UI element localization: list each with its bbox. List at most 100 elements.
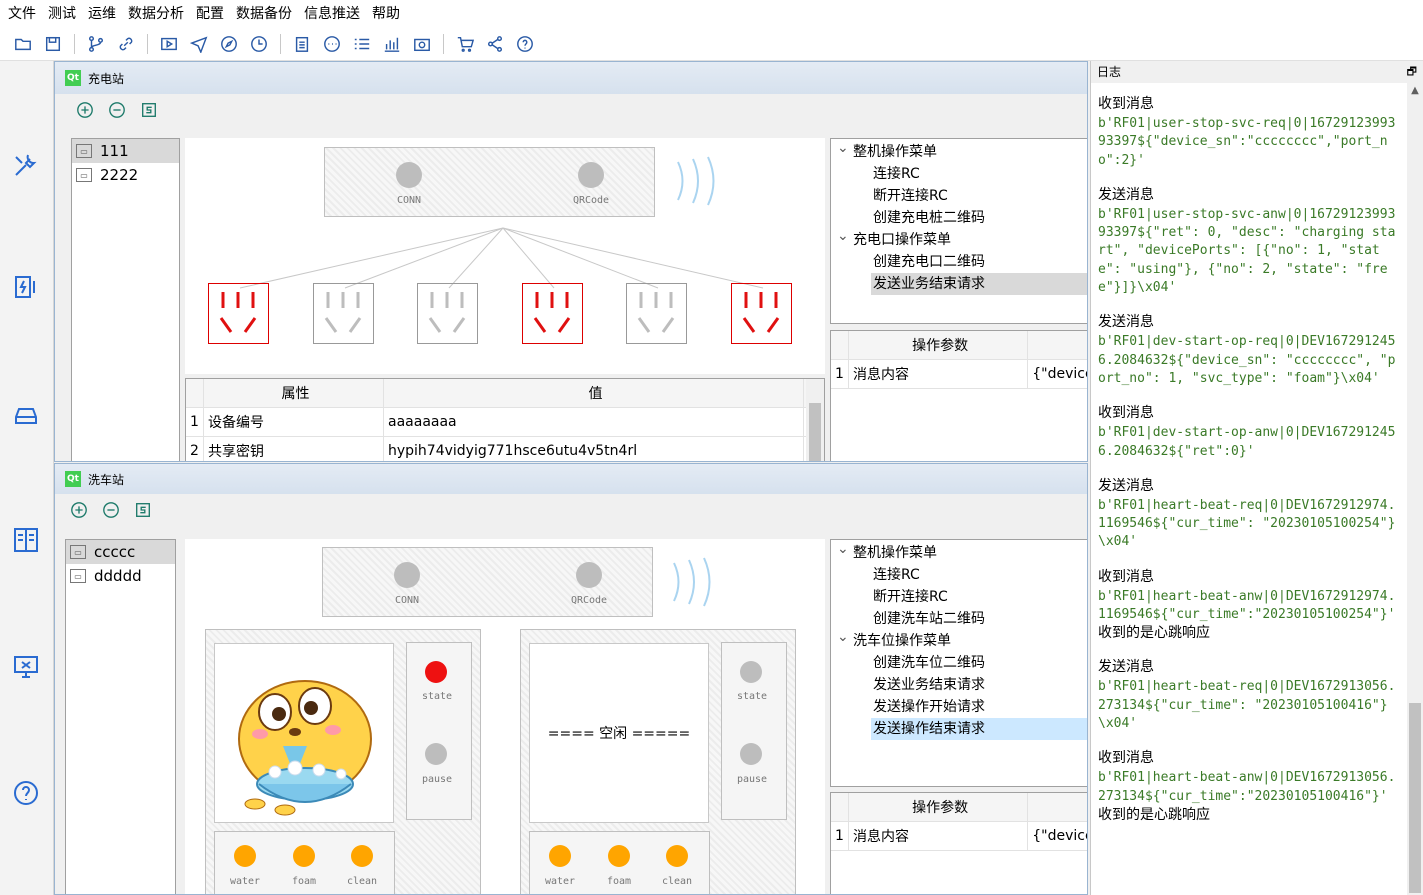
menu-file[interactable]: 文件 bbox=[2, 0, 42, 28]
list-item[interactable]: ▭ 111 bbox=[72, 139, 179, 163]
menu-config[interactable]: 配置 bbox=[190, 0, 230, 28]
menu-test[interactable]: 测试 bbox=[42, 0, 82, 28]
cart-icon[interactable] bbox=[454, 33, 476, 55]
table-scrollbar[interactable] bbox=[806, 379, 824, 461]
menu-analysis[interactable]: 数据分析 bbox=[122, 0, 190, 28]
tree-node[interactable]: 发送业务结束请求 bbox=[831, 674, 1087, 696]
charging-port-1[interactable] bbox=[208, 283, 269, 344]
tree-node[interactable]: 创建洗车站二维码 bbox=[831, 608, 1087, 630]
open-folder-icon[interactable] bbox=[12, 33, 34, 55]
tree-node[interactable]: 发送操作开始请求 bbox=[831, 696, 1087, 718]
link-icon[interactable] bbox=[115, 33, 137, 55]
menu-ops[interactable]: 运维 bbox=[82, 0, 122, 28]
monitor-icon[interactable] bbox=[12, 653, 40, 681]
send-icon[interactable] bbox=[188, 33, 210, 55]
charging-port-6[interactable] bbox=[731, 283, 792, 344]
tools-icon[interactable] bbox=[12, 151, 40, 179]
bar-chart-icon[interactable] bbox=[381, 33, 403, 55]
table-row[interactable]: 1 设备编号 aaaaaaaa bbox=[186, 408, 824, 437]
settings-s-icon[interactable] bbox=[139, 100, 159, 120]
bay-2-idle-display: ==== 空闲 ===== bbox=[529, 643, 709, 823]
log-entry: 发送消息 b'RF01|heart-beat-req|0|DEV167291297… bbox=[1098, 477, 1402, 552]
camera-icon[interactable] bbox=[411, 33, 433, 55]
menu-backup[interactable]: 数据备份 bbox=[230, 0, 298, 28]
list-item[interactable]: ▭ ccccc bbox=[66, 540, 175, 564]
chat-icon[interactable] bbox=[321, 33, 343, 55]
tree-node[interactable]: 连接RC bbox=[831, 564, 1087, 586]
column-header[interactable] bbox=[1028, 793, 1087, 821]
tree-node[interactable]: 断开连接RC bbox=[831, 586, 1087, 608]
clipboard-icon[interactable] bbox=[291, 33, 313, 55]
charging-window-titlebar[interactable]: Qt 充电站 bbox=[55, 62, 1087, 94]
bay-2-state-indicator bbox=[740, 661, 762, 683]
wash-window-title: 洗车站 bbox=[88, 472, 125, 487]
main-toolbar bbox=[0, 28, 1423, 61]
column-header[interactable]: 操作参数 bbox=[849, 331, 1029, 359]
param-value[interactable]: {"device bbox=[1028, 822, 1087, 850]
tree-node[interactable]: 创建洗车位二维码 bbox=[831, 652, 1087, 674]
log-entry-message: b'RF01|heart-beat-anw|0|DEV1672912974.11… bbox=[1098, 588, 1396, 623]
charging-port-5[interactable] bbox=[626, 283, 687, 344]
car-icon[interactable] bbox=[12, 401, 40, 429]
bay-1-foam-indicator bbox=[293, 845, 315, 867]
add-icon[interactable] bbox=[75, 100, 95, 120]
list-icon[interactable] bbox=[351, 33, 373, 55]
compass-icon[interactable] bbox=[218, 33, 240, 55]
tree-node[interactable]: 创建充电桩二维码 bbox=[831, 207, 1087, 229]
tree-node[interactable]: 创建充电口二维码 bbox=[831, 251, 1087, 273]
log-entry: 收到消息 b'RF01|dev-start-op-anw|0|DEV1672912… bbox=[1098, 404, 1402, 461]
param-value[interactable]: {"device bbox=[1028, 360, 1087, 388]
bay-1-service-panel: water foam clean bbox=[214, 831, 395, 894]
row-number-header bbox=[831, 793, 849, 821]
tree-node[interactable]: 连接RC bbox=[831, 163, 1087, 185]
log-entry: 发送消息 b'RF01|user-stop-svc-anw|0|167291239… bbox=[1098, 186, 1402, 297]
charging-port-3[interactable] bbox=[417, 283, 478, 344]
bay-2-pause-indicator bbox=[740, 743, 762, 765]
tree-node-selected[interactable]: 发送业务结束请求 bbox=[871, 273, 1087, 295]
scroll-up-icon[interactable]: ▲ bbox=[1407, 83, 1423, 96]
add-icon[interactable] bbox=[69, 500, 89, 520]
branch-icon[interactable] bbox=[85, 33, 107, 55]
bay-2-state-label: state bbox=[736, 691, 768, 702]
panel-icon[interactable] bbox=[12, 526, 40, 554]
list-item[interactable]: ▭ 2222 bbox=[72, 163, 179, 187]
share-icon[interactable] bbox=[484, 33, 506, 55]
save-icon[interactable] bbox=[42, 33, 64, 55]
remove-icon[interactable] bbox=[107, 100, 127, 120]
scrollbar-thumb[interactable] bbox=[809, 403, 821, 461]
tree-node[interactable]: 断开连接RC bbox=[831, 185, 1087, 207]
tree-node-selected[interactable]: 发送操作结束请求 bbox=[871, 718, 1087, 740]
settings-s-icon[interactable] bbox=[133, 500, 153, 520]
property-table-header: 属性 值 bbox=[186, 379, 824, 408]
charging-port-4[interactable] bbox=[522, 283, 583, 344]
play-icon[interactable] bbox=[158, 33, 180, 55]
column-header[interactable]: 操作参数 bbox=[849, 793, 1029, 821]
column-header[interactable] bbox=[1028, 331, 1087, 359]
tree-node[interactable]: 整机操作菜单 bbox=[831, 137, 1087, 163]
property-value[interactable]: aaaaaaaa bbox=[384, 408, 804, 436]
log-scrollbar[interactable]: ▲ bbox=[1407, 83, 1423, 895]
tree-node[interactable]: 充电口操作菜单 bbox=[831, 225, 1087, 251]
help-circle-icon[interactable] bbox=[12, 779, 40, 807]
menu-push[interactable]: 信息推送 bbox=[298, 0, 366, 28]
scrollbar-thumb[interactable] bbox=[1409, 703, 1421, 893]
list-item[interactable]: ▭ ddddd bbox=[66, 564, 175, 588]
float-dock-icon[interactable]: 🗗 bbox=[1407, 61, 1417, 83]
table-row[interactable]: 1 消息内容 {"device bbox=[831, 822, 1087, 851]
table-row[interactable]: 1 消息内容 {"device bbox=[831, 360, 1087, 389]
tree-node[interactable]: 洗车位操作菜单 bbox=[831, 626, 1087, 652]
log-dock-titlebar[interactable]: 日志 🗗 bbox=[1091, 61, 1423, 83]
tree-node[interactable]: 整机操作菜单 bbox=[831, 538, 1087, 564]
charger-icon[interactable] bbox=[12, 273, 40, 301]
menu-help[interactable]: 帮助 bbox=[366, 0, 406, 28]
table-row[interactable]: 2 共享密钥 hypih74vidyig771hsce6utu4v5tn4rl bbox=[186, 437, 824, 461]
remove-icon[interactable] bbox=[101, 500, 121, 520]
charging-port-2[interactable] bbox=[313, 283, 374, 344]
column-header[interactable]: 属性 bbox=[204, 379, 384, 407]
column-header[interactable]: 值 bbox=[384, 379, 804, 407]
log-text-area[interactable]: 收到消息 b'RF01|user-stop-svc-req|0|167291239… bbox=[1091, 83, 1406, 895]
property-value[interactable]: hypih74vidyig771hsce6utu4v5tn4rl bbox=[384, 437, 804, 461]
wash-window-titlebar[interactable]: Qt 洗车站 bbox=[55, 464, 1087, 494]
clock-icon[interactable] bbox=[248, 33, 270, 55]
help-icon[interactable] bbox=[514, 33, 536, 55]
